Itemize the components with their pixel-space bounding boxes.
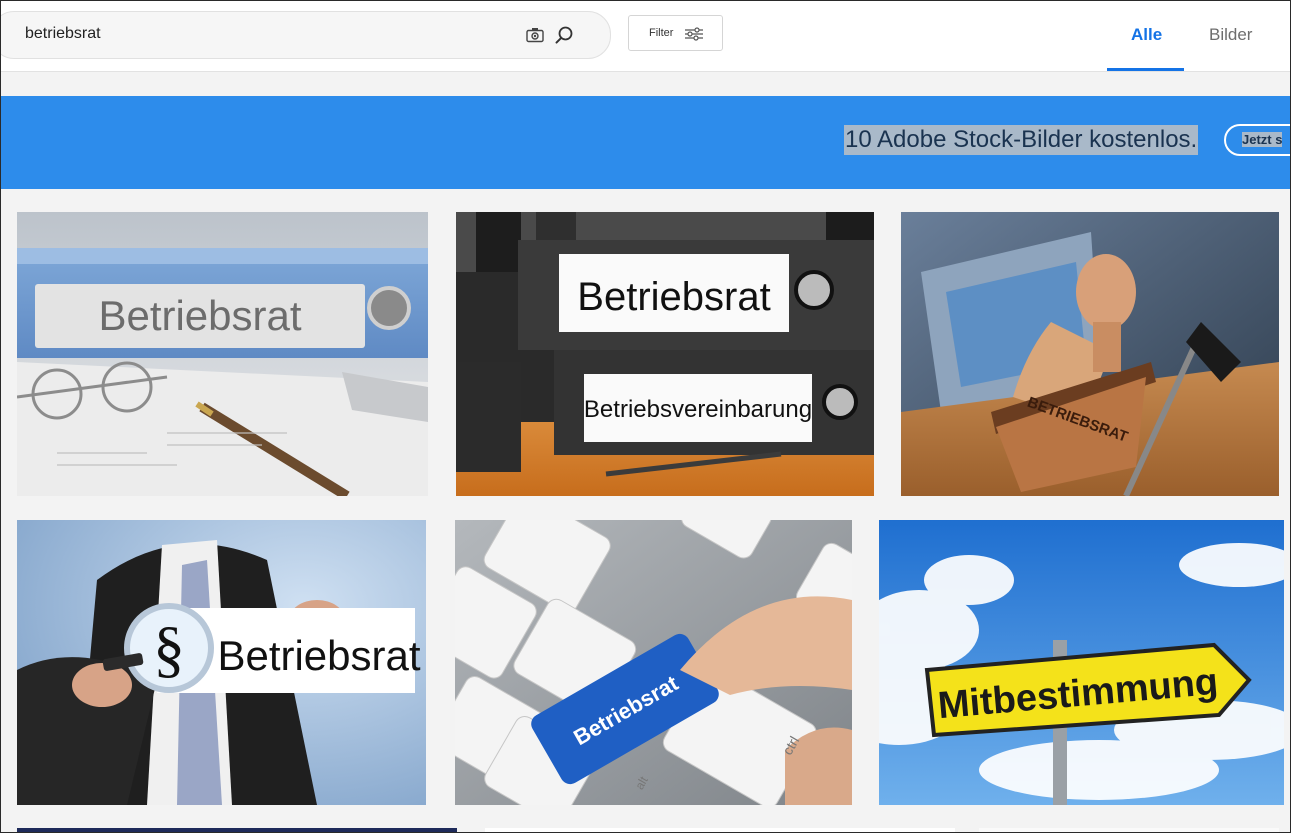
filter-button[interactable]: Filter — [628, 15, 723, 51]
image-tile-sign-mitbestimmung[interactable]: Mitbestimmung — [879, 520, 1284, 805]
filter-label: Filter — [649, 27, 674, 39]
sliders-icon — [685, 27, 703, 41]
magnifier-photo: § Betriebsrat — [17, 520, 426, 805]
search-bar — [1, 11, 611, 59]
image-tile-partial[interactable] — [485, 828, 955, 832]
magnifier-label-text: Betriebsrat — [217, 632, 420, 679]
binders-photo: Betriebsrat Betriebsvereinbarung — [456, 212, 874, 496]
banner-text: 10 Adobe Stock-Bilder kostenlos. — [844, 125, 1199, 155]
image-tile-magnifier-betriebsrat[interactable]: § Betriebsrat — [17, 520, 426, 805]
search-input[interactable] — [25, 23, 485, 45]
tab-alle[interactable]: Alle — [1131, 25, 1162, 45]
keyboard-photo: Betriebsrat ctrl alt — [455, 520, 852, 805]
camera-icon[interactable] — [526, 27, 544, 43]
binder-bottom-label: Betriebsvereinbarung — [584, 396, 812, 423]
tab-bilder[interactable]: Bilder — [1209, 25, 1252, 45]
sign-photo: Mitbestimmung — [879, 520, 1284, 805]
binder-label-text: Betriebsrat — [98, 292, 301, 339]
binder-photo: Betriebsrat — [17, 212, 428, 496]
image-tile-binder-betriebsrat[interactable]: Betriebsrat — [17, 212, 428, 496]
banner-cta-button[interactable]: Jetzt s — [1224, 124, 1290, 156]
image-tile-partial[interactable] — [979, 828, 1279, 832]
promo-banner: 10 Adobe Stock-Bilder kostenlos. Jetzt s — [1, 96, 1290, 189]
banner-cta-label: Jetzt s — [1242, 132, 1283, 147]
image-tile-partial[interactable] — [17, 828, 457, 832]
search-icon[interactable] — [554, 25, 574, 45]
image-tile-keyboard-betriebsrat[interactable]: Betriebsrat ctrl alt — [455, 520, 852, 805]
binder-top-label: Betriebsrat — [577, 275, 770, 319]
page: Filter Alle Bilder 10 Adobe Stock-Bilder… — [0, 0, 1291, 833]
image-tile-stamp-betriebsrat[interactable]: BETRIEBSRAT — [901, 212, 1279, 496]
top-bar: Filter Alle Bilder — [1, 1, 1290, 72]
active-tab-indicator — [1107, 68, 1184, 71]
paragraph-symbol: § — [153, 613, 185, 684]
image-tile-binders-betriebsvereinbarung[interactable]: Betriebsrat Betriebsvereinbarung — [456, 212, 874, 496]
stamp-photo: BETRIEBSRAT — [901, 212, 1279, 496]
